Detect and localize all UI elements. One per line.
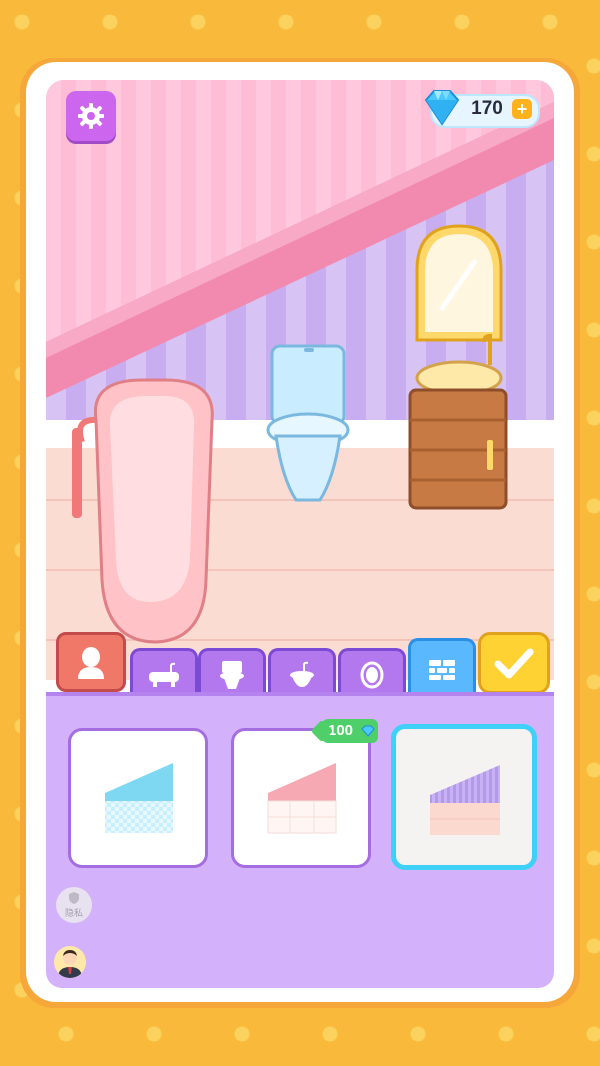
item-card-purple-stripe-wall[interactable] — [391, 724, 537, 870]
diamond-icon — [424, 90, 460, 126]
checkmark-icon — [494, 648, 534, 679]
mirror-icon — [360, 661, 384, 689]
wall-icon — [429, 660, 455, 680]
add-gems-button[interactable]: + — [512, 99, 532, 119]
shield-icon — [69, 892, 79, 904]
sink-icon — [290, 661, 314, 687]
plus-icon: + — [516, 99, 528, 119]
item-card-blue-check-wall[interactable] — [68, 728, 208, 868]
diamond-icon — [361, 725, 375, 737]
confirm-button[interactable] — [478, 632, 550, 694]
item-card-pink-wall[interactable] — [231, 728, 371, 868]
toilet-icon — [220, 661, 244, 689]
gear-icon — [78, 103, 104, 129]
avatar-icon — [78, 647, 104, 679]
price-value: 100 — [328, 722, 354, 739]
bathroom-scene — [46, 80, 554, 680]
gem-count: 170 — [471, 98, 503, 119]
user-avatar[interactable] — [54, 946, 86, 978]
price-tag: 100 — [322, 719, 378, 743]
bathtub-icon — [149, 662, 179, 687]
wall-preview-icon — [267, 763, 337, 834]
wall-preview-icon — [430, 765, 500, 835]
avatar-tab[interactable] — [56, 632, 126, 692]
privacy-label: 隐私 — [64, 908, 83, 918]
wall-preview-icon — [105, 763, 173, 833]
tab-wall[interactable] — [408, 638, 476, 699]
user-avatar-icon — [58, 950, 82, 978]
mirror-object[interactable] — [415, 224, 503, 342]
settings-button[interactable] — [66, 91, 116, 141]
privacy-button[interactable]: 隐私 — [56, 887, 92, 923]
